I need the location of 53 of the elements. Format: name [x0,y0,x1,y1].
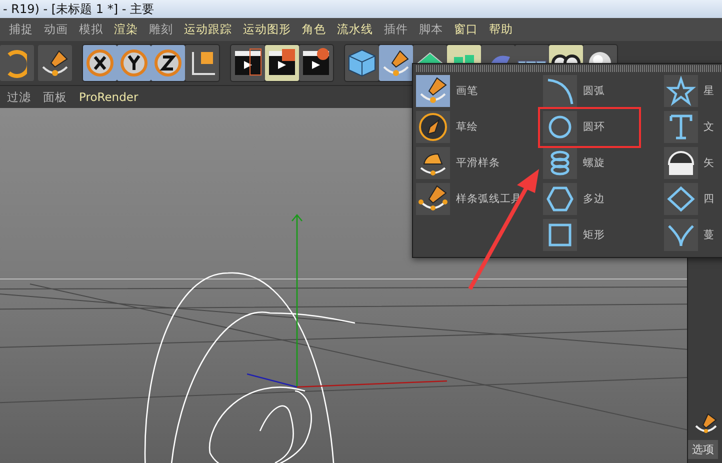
spline-tool-item[interactable]: 矩形 [542,219,605,251]
menu-item[interactable]: 角色 [302,22,326,37]
cissoid-curve-icon [664,219,698,251]
spline-tool-item[interactable]: 螺旋 [542,147,605,179]
menu-item[interactable]: 渲染 [114,22,138,37]
drag-handle[interactable] [416,65,722,72]
pen-nib-circle-icon [416,111,450,143]
menu-item[interactable]: 运动跟踪 [184,22,232,37]
spline-tool-item[interactable]: 圆弧 [542,75,605,107]
viewport-menu-item[interactable]: ProRender [79,90,138,104]
render-view-icon[interactable] [231,45,265,81]
spline-tool-item[interactable]: 四 [664,183,715,215]
menu-item[interactable]: 运动图形 [243,22,291,37]
spline-tool-item[interactable]: 多边 [542,183,605,215]
viewport-menu-item[interactable]: 面板 [43,90,67,104]
pen-tool-icon [694,412,718,436]
star-icon [664,75,698,107]
render-settings-icon[interactable] [299,45,333,81]
spline-tool-item[interactable]: 文 [664,111,715,143]
menu-item[interactable]: 窗口 [454,22,478,37]
coordinate-system-icon[interactable] [185,45,219,81]
menu-item[interactable]: 脚本 [419,22,443,37]
spline-tool-item[interactable]: 草绘 [416,111,478,143]
menu-item[interactable]: 流水线 [337,22,373,37]
menu-item[interactable]: 帮助 [489,22,513,37]
pen-tool-icon[interactable] [38,45,72,81]
menu-item[interactable]: 模拟 [79,22,103,37]
spline-tool-item[interactable]: 平滑样条 [416,147,500,179]
spline-tool-item[interactable]: 圆环 [542,111,605,143]
options-tab[interactable]: 选项 [688,440,718,459]
pen-tool-icon [416,183,450,215]
render-region-icon[interactable] [265,45,299,81]
menu-item[interactable]: 插件 [384,22,408,37]
menu-item[interactable]: 雕刻 [149,22,173,37]
spline-tool-item[interactable]: 画笔 [416,75,478,107]
window-title: - R19) - [未标题 1 *] - 主要 [3,0,154,18]
undo-icon[interactable] [0,45,34,81]
cube-icon[interactable] [345,45,379,81]
menu-item[interactable]: 捕捉 [9,22,33,37]
spline-tool-item[interactable]: 星 [664,75,715,107]
text-tool-icon [664,111,698,143]
viewport-menu-item[interactable]: 过滤 [7,90,31,104]
z-axis-icon[interactable] [151,45,185,81]
spline-tool-item[interactable]: 蔓 [664,219,715,251]
arc-icon [542,75,577,107]
pen-tool-icon [416,75,450,107]
x-axis-icon[interactable] [83,45,117,81]
square-icon [542,219,577,251]
menu-item[interactable]: 动画 [44,22,68,37]
pen-tool-icon[interactable] [379,45,413,81]
iron-icon [416,147,450,179]
helix-icon [542,147,577,179]
spline-tool-item[interactable]: 矢 [664,147,715,179]
